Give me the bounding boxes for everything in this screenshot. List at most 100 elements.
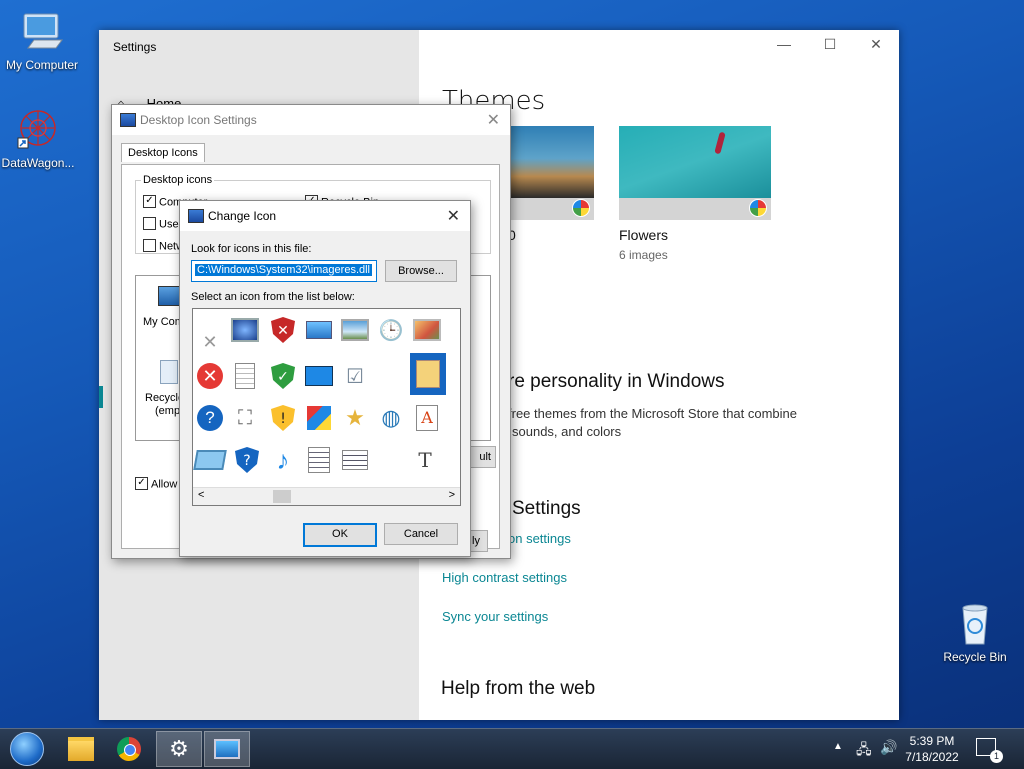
checkbox-box[interactable]	[143, 239, 156, 252]
start-orb-icon	[10, 732, 44, 766]
action-center-button[interactable]: 1	[976, 738, 1003, 763]
shield-check-icon[interactable]: ✓	[268, 361, 298, 391]
desktop-icon-label: Recycle Bin	[943, 650, 1007, 664]
allow-themes-checkbox[interactable]: ✓ Allow t	[135, 477, 183, 491]
personality-heading: re personality in Windows	[508, 371, 725, 392]
taskbar-settings[interactable]: ⚙	[156, 731, 202, 767]
volume-icon[interactable]: 🔊	[880, 739, 897, 756]
shield-error-icon[interactable]: ✕	[268, 315, 298, 345]
computer-icon	[18, 8, 66, 56]
checkbox-box[interactable]	[143, 217, 156, 230]
programs-icon[interactable]	[304, 403, 334, 433]
checkbox-box[interactable]: ✓	[143, 195, 156, 208]
user-folder-icon[interactable]	[410, 353, 446, 395]
look-for-label: Look for icons in this file:	[191, 243, 312, 255]
remove-x-icon[interactable]: ✕	[195, 327, 225, 357]
link-sync-settings[interactable]: Sync your settings	[442, 609, 548, 624]
notification-badge: 1	[990, 750, 1003, 763]
dialog-titlebar: Change Icon ✕	[180, 201, 470, 231]
button-label: Browse...	[398, 265, 444, 277]
close-icon[interactable]: ✕	[487, 110, 500, 130]
group-label: Desktop icons	[141, 174, 215, 186]
svg-text:!: !	[280, 411, 286, 427]
personality-body: free themes from the Microsoft Store tha…	[508, 406, 798, 421]
shield-help-icon[interactable]: ?	[232, 445, 262, 475]
checklist-icon[interactable]: ☑	[340, 361, 370, 391]
checkbox-user[interactable]: User	[143, 217, 182, 231]
help-circle-icon[interactable]: ?	[195, 403, 225, 433]
icon-list[interactable]: ✕ ✕ 🕒 ✕ ✓ ☑ ? ⛶ ! ★ ◍ A ? ♪ T < >	[192, 308, 461, 506]
button-label: ult	[479, 451, 491, 463]
close-icon[interactable]: ✕	[447, 206, 460, 226]
link-high-contrast-settings[interactable]: High contrast settings	[442, 570, 567, 585]
monitor-icon[interactable]	[230, 315, 260, 345]
scroll-left-button[interactable]: <	[198, 489, 204, 501]
dialog-titlebar: Desktop Icon Settings ✕	[112, 105, 510, 135]
color-wheel-icon	[572, 199, 590, 217]
change-icon-title-icon	[188, 209, 204, 223]
checkbox-network[interactable]: Netw	[143, 239, 184, 253]
horizontal-scrollbar[interactable]: < >	[193, 487, 460, 505]
file-explorer-icon	[68, 737, 94, 761]
clock-screen-icon[interactable]: 🕒	[376, 315, 406, 345]
music-note-icon[interactable]: ♪	[268, 445, 298, 475]
file-path-input[interactable]: C:\Windows\System32\imageres.dll	[191, 260, 377, 282]
font-certificate-icon[interactable]: T	[410, 445, 440, 475]
dialog-title: Change Icon	[208, 209, 277, 223]
show-hidden-icons-button[interactable]: ▲	[833, 741, 843, 752]
svg-text:?: ?	[243, 453, 250, 469]
help-heading: Help from the web	[441, 678, 596, 699]
screen-blue-icon[interactable]	[304, 361, 334, 391]
start-button[interactable]	[4, 731, 50, 767]
shield-warning-icon[interactable]: !	[268, 403, 298, 433]
desktop-icon-label: DataWagon...	[1, 156, 75, 170]
clock-time: 5:39 PM	[909, 734, 955, 748]
presentation-icon[interactable]: ⛶	[230, 403, 260, 433]
taskbar-file-explorer[interactable]	[58, 731, 104, 767]
dialog-title: Desktop Icon Settings	[140, 113, 257, 127]
list-icon[interactable]	[340, 445, 370, 475]
tab-desktop-icons[interactable]: Desktop Icons	[121, 143, 205, 162]
button-label: Cancel	[403, 528, 439, 540]
card-icon[interactable]	[193, 445, 227, 475]
scroll-right-button[interactable]: >	[449, 489, 455, 501]
browse-button[interactable]: Browse...	[385, 260, 457, 282]
ok-button[interactable]: OK	[303, 523, 377, 547]
select-icon-label: Select an icon from the list below:	[191, 291, 355, 303]
flower-icon	[714, 131, 726, 155]
recycle-bin-icon	[951, 600, 999, 648]
document-icon[interactable]	[230, 361, 260, 391]
favorites-folder-icon[interactable]: ★	[340, 403, 370, 433]
cancel-button[interactable]: Cancel	[384, 523, 458, 545]
theme-preview	[619, 126, 771, 198]
taskbar-desktop-icon-settings[interactable]	[204, 731, 250, 767]
font-icon[interactable]: A	[412, 403, 442, 433]
laptop-icon[interactable]	[304, 315, 334, 345]
desktop-icon-datawagon[interactable]: DataWagon...	[0, 106, 80, 170]
desktop-icon-my-computer[interactable]: My Computer	[0, 8, 84, 72]
desktop-icon-recycle-bin[interactable]: Recycle Bin	[933, 600, 1017, 664]
network-icon[interactable]: 🖧	[856, 739, 872, 763]
personality-body: sounds, and colors	[512, 424, 622, 439]
link-settings[interactable]: on settings	[508, 531, 571, 546]
datawagon-icon	[14, 106, 62, 154]
desktop-icon-label: My Computer	[5, 58, 79, 72]
settings-gear-icon: ⚙	[169, 736, 189, 761]
nav-accent-bar	[99, 386, 103, 408]
svg-text:✓: ✓	[277, 369, 289, 385]
photo-frame-icon[interactable]	[412, 315, 442, 345]
clock[interactable]: 5:39 PM 7/18/2022	[900, 733, 964, 765]
theme-name: Flowers	[619, 227, 669, 243]
error-circle-icon[interactable]: ✕	[195, 361, 225, 391]
chrome-icon	[117, 737, 141, 761]
color-wheel-icon	[749, 199, 767, 217]
desktop-icon-settings-icon	[120, 113, 136, 127]
picture-icon[interactable]	[340, 315, 370, 345]
network-globe-icon[interactable]: ◍	[376, 403, 406, 433]
scrollbar-thumb[interactable]	[273, 490, 291, 503]
checkbox-box[interactable]: ✓	[135, 477, 148, 490]
button-label: OK	[332, 528, 348, 540]
theme-card-flowers[interactable]	[619, 126, 771, 220]
text-document-icon[interactable]	[304, 445, 334, 475]
taskbar-chrome[interactable]	[106, 731, 152, 767]
